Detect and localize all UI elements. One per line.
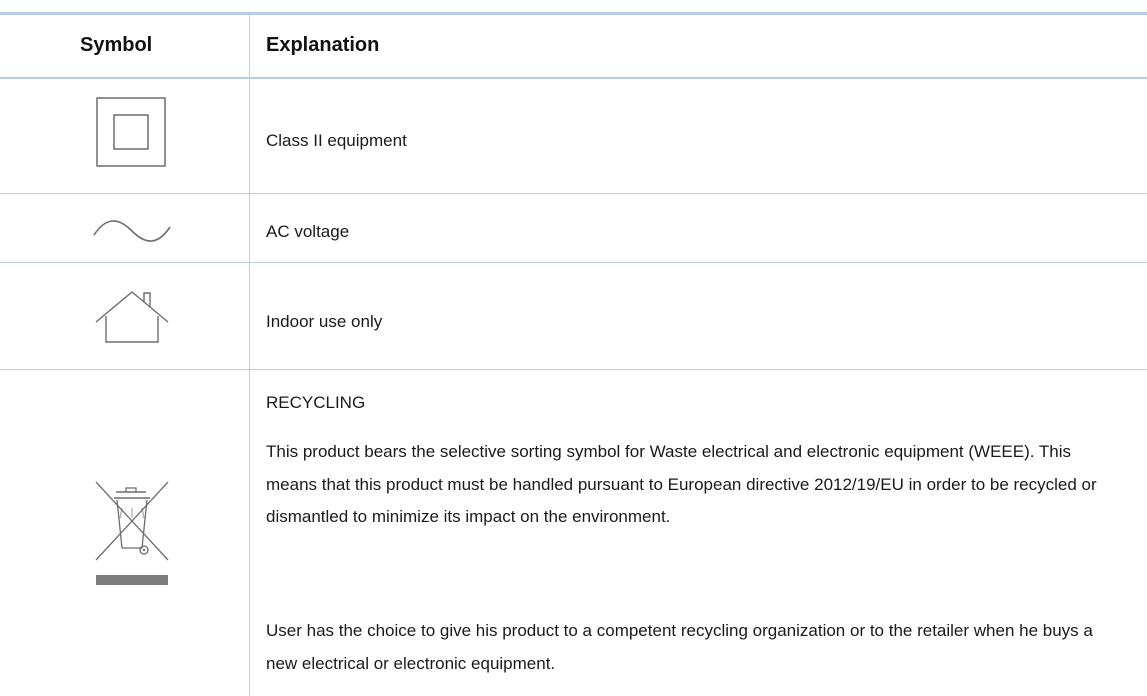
recycling-paragraph-2: User has the choice to give his product … — [266, 621, 1093, 673]
header-explanation: Explanation — [266, 34, 380, 56]
header-border — [0, 77, 1147, 79]
table-top-border — [0, 12, 1147, 15]
row-indoor-text: Indoor use only — [266, 312, 383, 331]
indoor-house-icon — [94, 288, 170, 344]
symbols-table: Symbol Explanation Class II equipment AC… — [0, 0, 1147, 696]
recycling-title: RECYCLING — [266, 393, 366, 412]
ac-sine-wave-icon — [92, 217, 172, 245]
row-divider — [0, 262, 1147, 263]
class-ii-double-square-icon — [96, 97, 166, 167]
row-divider — [0, 193, 1147, 194]
row-class-ii-text: Class II equipment — [266, 131, 407, 150]
weee-crossed-bin-icon — [92, 478, 172, 590]
column-divider — [249, 15, 250, 696]
row-divider — [0, 369, 1147, 370]
row-ac-voltage-text: AC voltage — [266, 222, 350, 241]
recycling-paragraph-1: This product bears the selective sorting… — [266, 442, 1097, 526]
header-symbol: Symbol — [80, 34, 153, 56]
